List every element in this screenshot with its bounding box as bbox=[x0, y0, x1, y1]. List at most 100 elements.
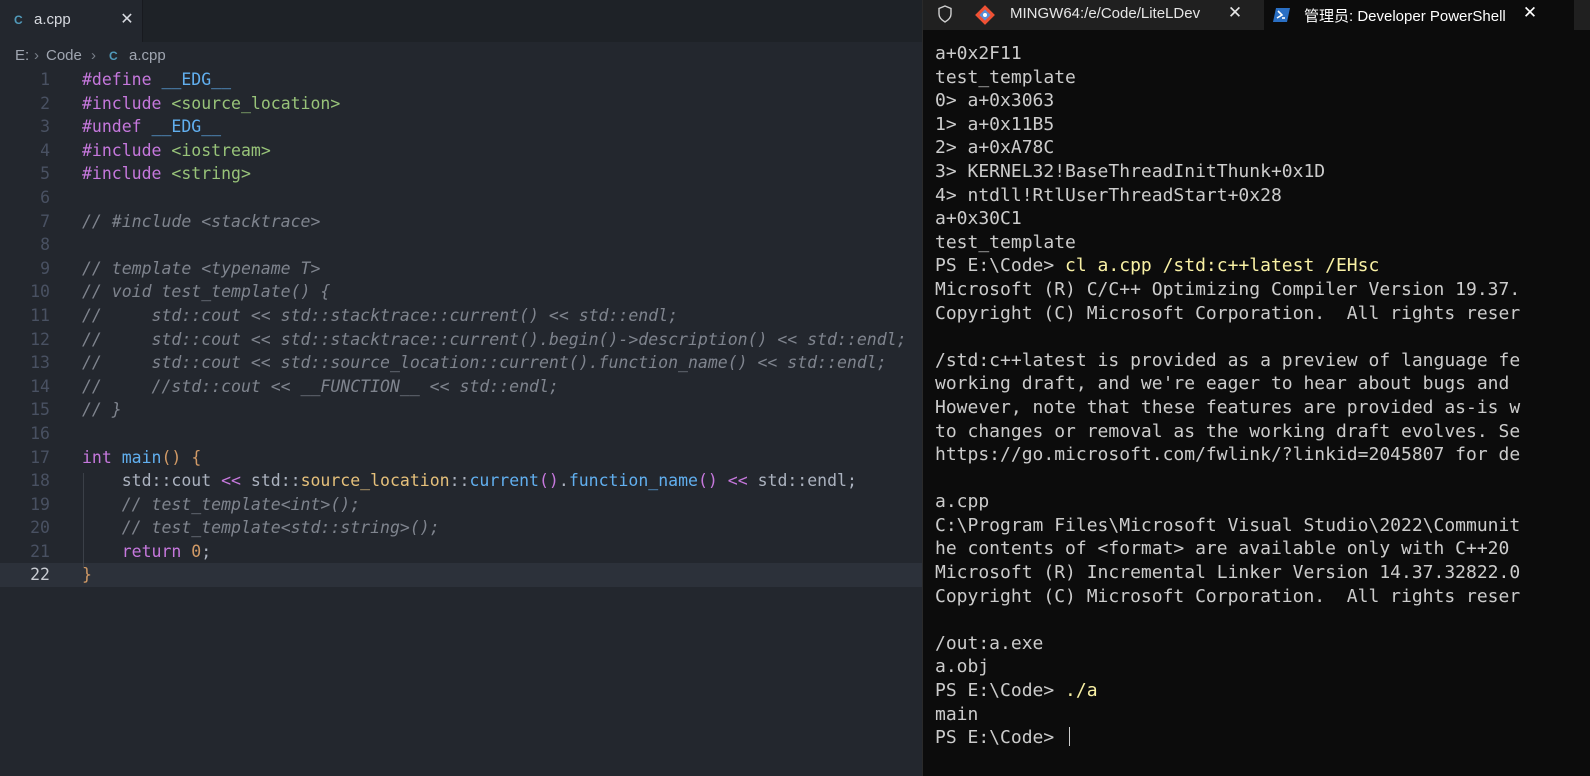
code-text: } bbox=[82, 565, 92, 585]
tab-label: a.cpp bbox=[34, 11, 71, 28]
code-text: // } bbox=[82, 400, 122, 420]
terminal-prompt-line: PS E:\Code> bbox=[935, 726, 1590, 750]
code-line[interactable]: 15 // } bbox=[0, 398, 936, 422]
terminal-output-line: However, note that these features are pr… bbox=[935, 396, 1521, 418]
tab-label: MINGW64:/e/Code/LiteLDev bbox=[1010, 5, 1201, 22]
code-line[interactable]: 10 // void test_template() { bbox=[0, 280, 936, 304]
line-number: 19 bbox=[30, 494, 50, 514]
code-line[interactable]: 22} bbox=[0, 563, 936, 588]
chevron-right-icon: › bbox=[91, 47, 96, 64]
terminal-output-line: Copyright (C) Microsoft Corporation. All… bbox=[935, 585, 1521, 607]
code-text: // test_template<int>(); bbox=[121, 494, 361, 514]
code-line[interactable]: 3 #undef __EDG__ bbox=[0, 115, 936, 139]
terminal-output-line: Microsoft (R) Incremental Linker Version… bbox=[935, 562, 1521, 584]
line-number: 5 bbox=[40, 164, 50, 184]
terminal-output-line: a.obj bbox=[935, 656, 990, 678]
code-line[interactable]: 7 // #include <stacktrace> bbox=[0, 210, 936, 234]
tab-label: 管理员: Developer PowerShell bbox=[1304, 8, 1506, 25]
terminal-output-line: Copyright (C) Microsoft Corporation. All… bbox=[935, 302, 1521, 324]
code-text: // std::cout << std::stacktrace::current… bbox=[82, 329, 907, 349]
code-line[interactable]: 14 // //std::cout << __FUNCTION__ << std:… bbox=[0, 375, 936, 399]
code-line[interactable]: 20 // test_template<std::string>(); bbox=[0, 516, 936, 540]
terminal-output-line: 4> ntdll!RtlUserThreadStart+0x28 bbox=[935, 184, 1282, 206]
terminal-output-line: a.cpp bbox=[935, 491, 990, 513]
command-text: ./a bbox=[1065, 680, 1098, 702]
terminal-output-line: 0> a+0x3063 bbox=[935, 90, 1055, 112]
code-editor[interactable]: C a.cpp ✕ E: › Code › C a.cpp 1 #define _… bbox=[0, 0, 936, 776]
tab-developer-powershell[interactable]: 管理员: Developer PowerShell ✕ bbox=[1264, 0, 1574, 30]
code-line[interactable]: 16 bbox=[0, 422, 936, 446]
shield-icon[interactable] bbox=[935, 4, 955, 24]
code-text: // #include <stacktrace> bbox=[82, 211, 321, 231]
code-line[interactable]: 13 // std::cout << std::source_location::… bbox=[0, 351, 936, 375]
git-bash-icon bbox=[975, 5, 995, 25]
line-number: 9 bbox=[40, 258, 50, 278]
code-text: // //std::cout << __FUNCTION__ << std::e… bbox=[82, 376, 559, 396]
code-line[interactable]: 4 #include <iostream> bbox=[0, 139, 936, 163]
line-number: 12 bbox=[30, 329, 50, 349]
chevron-right-icon: › bbox=[34, 47, 39, 64]
terminal-output-line: a+0x30C1 bbox=[935, 208, 1022, 230]
code-line[interactable]: 18 std::cout << std::source_location::cu… bbox=[0, 469, 936, 493]
code-text: // std::cout << std::source_location::cu… bbox=[82, 353, 887, 373]
code-text: #undef __EDG__ bbox=[82, 117, 222, 137]
code-text: // std::cout << std::stacktrace::current… bbox=[82, 305, 679, 325]
line-number: 16 bbox=[30, 423, 50, 443]
terminal-output[interactable]: a+0x2F11 test_template 0> a+0x3063 1> a+0x1… bbox=[935, 42, 1590, 750]
prompt: PS E:\Code> bbox=[935, 680, 1066, 702]
breadcrumb: E: › Code › C a.cpp bbox=[0, 44, 936, 68]
terminal-output-line: C:\Program Files\Microsoft Visual Studio… bbox=[935, 514, 1521, 536]
terminal-output-line: /out:a.exe bbox=[935, 632, 1044, 654]
terminal-window[interactable]: MINGW64:/e/Code/LiteLDev ✕ 管理员: Develope… bbox=[922, 0, 1590, 776]
cpp-file-icon: C bbox=[109, 49, 118, 63]
prompt: PS E:\Code> bbox=[935, 727, 1066, 749]
close-icon[interactable]: ✕ bbox=[1520, 3, 1540, 23]
code-line[interactable]: 21 return 0; bbox=[0, 540, 936, 564]
code-line[interactable]: 6 bbox=[0, 186, 936, 210]
terminal-output-line: /std:c++latest is provided as a preview … bbox=[935, 349, 1521, 371]
code-text: #include <source_location> bbox=[82, 93, 341, 113]
line-number: 18 bbox=[30, 471, 50, 491]
breadcrumb-file[interactable]: a.cpp bbox=[129, 47, 166, 64]
line-number: 6 bbox=[40, 187, 50, 207]
line-number: 11 bbox=[30, 305, 50, 325]
code-line[interactable]: 8 bbox=[0, 233, 936, 257]
line-number: 21 bbox=[30, 541, 50, 561]
code-text: #include <iostream> bbox=[82, 140, 271, 160]
terminal-output-line: 1> a+0x11B5 bbox=[935, 113, 1055, 135]
terminal-output-line: https://go.microsoft.com/fwlink/?linkid=… bbox=[935, 444, 1521, 466]
indent-guide bbox=[83, 473, 84, 567]
text-cursor[interactable] bbox=[1069, 727, 1071, 747]
line-number: 17 bbox=[30, 447, 50, 467]
code-line[interactable]: 5 #include <string> bbox=[0, 162, 936, 186]
close-icon[interactable]: ✕ bbox=[1225, 3, 1245, 23]
breadcrumb-folder[interactable]: Code bbox=[46, 47, 82, 64]
tab-mingw64[interactable]: MINGW64:/e/Code/LiteLDev ✕ bbox=[967, 0, 1261, 30]
line-number: 1 bbox=[40, 70, 50, 89]
tab-a-cpp[interactable]: C a.cpp ✕ bbox=[0, 0, 143, 42]
prompt: PS E:\Code> bbox=[935, 255, 1066, 277]
cpp-file-icon: C bbox=[14, 13, 23, 27]
code-line[interactable]: 11 // std::cout << std::stacktrace::curre… bbox=[0, 304, 936, 328]
terminal-output-line: to changes or removal as the working dra… bbox=[935, 420, 1521, 442]
code-line[interactable]: 2 #include <source_location> bbox=[0, 92, 936, 116]
breadcrumb-drive[interactable]: E: bbox=[15, 47, 29, 64]
terminal-output-line: a+0x2F11 bbox=[935, 43, 1022, 64]
code-line[interactable]: 9 // template <typename T> bbox=[0, 257, 936, 281]
code-line[interactable]: 17 int main() { bbox=[0, 446, 936, 470]
terminal-output-line: test_template bbox=[935, 231, 1076, 253]
code-text: #include <string> bbox=[82, 164, 251, 184]
close-icon[interactable]: ✕ bbox=[118, 10, 136, 28]
line-number: 14 bbox=[30, 376, 50, 396]
code-area[interactable]: 1 #define __EDG__ 2 #include <source_locati… bbox=[0, 68, 936, 588]
line-number: 2 bbox=[40, 93, 50, 113]
line-number: 20 bbox=[30, 518, 50, 538]
code-line[interactable]: 19 // test_template<int>(); bbox=[0, 493, 936, 517]
line-number: 7 bbox=[40, 211, 50, 231]
code-text: int main() { bbox=[82, 447, 202, 467]
code-text: // template <typename T> bbox=[82, 258, 321, 278]
line-number: 13 bbox=[30, 353, 50, 373]
code-line[interactable]: 1 #define __EDG__ bbox=[0, 68, 936, 92]
code-line[interactable]: 12 // std::cout << std::stacktrace::curre… bbox=[0, 328, 936, 352]
